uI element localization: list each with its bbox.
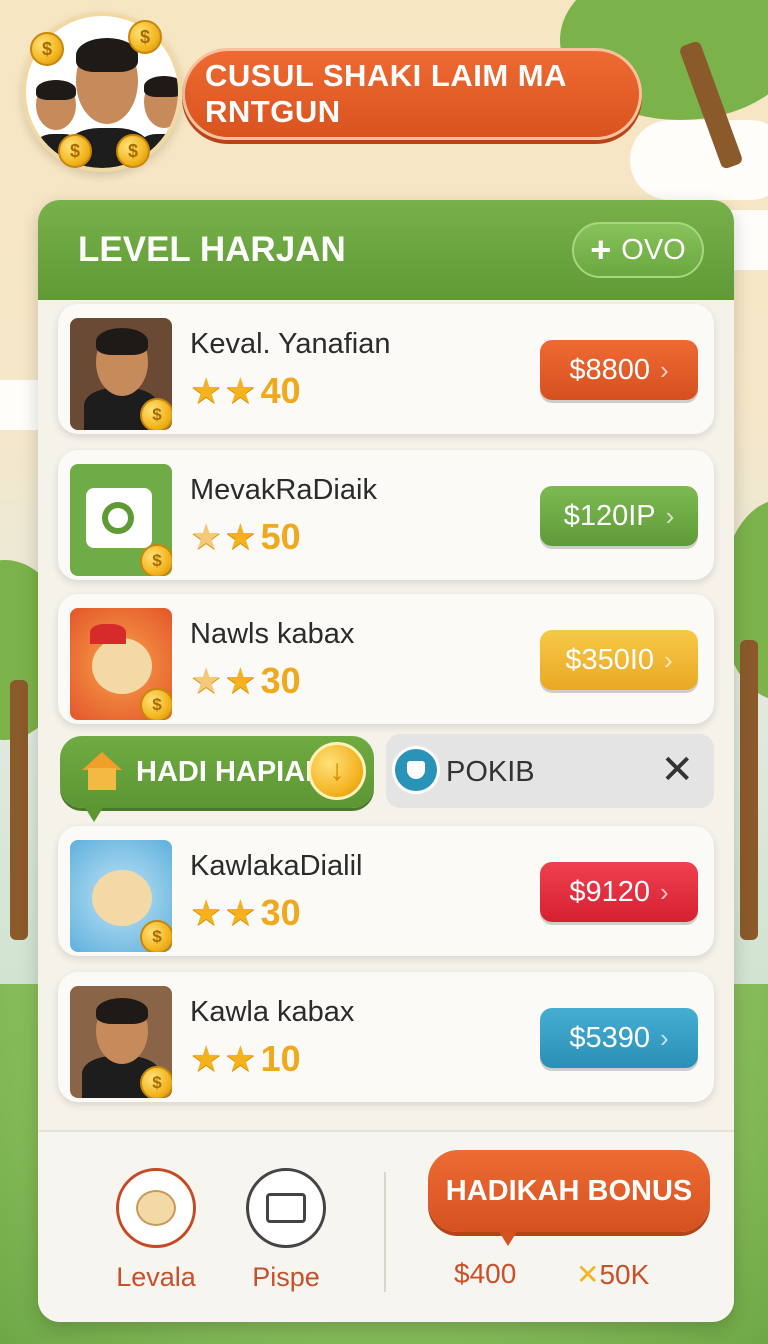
pokib-notice: POKIB ✕: [386, 734, 714, 808]
add-button-label: OVO: [621, 233, 686, 266]
sparkle-icon: ✕: [576, 1259, 600, 1290]
avatar: $: [70, 986, 172, 1098]
bonus-button[interactable]: HADIKAH BONUS: [428, 1150, 710, 1246]
item-name: Kawla kabax: [190, 996, 355, 1028]
box-icon: [246, 1168, 326, 1248]
panel-header: LEVEL HARJAN + OVO: [38, 200, 734, 300]
bear-icon: [116, 1168, 196, 1248]
item-name: MevakRaDiaik: [190, 474, 377, 506]
avatar: $: [70, 318, 172, 430]
coin-icon: $: [140, 920, 172, 952]
app-icon: $: [70, 464, 172, 576]
list-item[interactable]: $ Kawla kabax ★ ★ 10 $5390 ›: [58, 972, 714, 1102]
pispe-button[interactable]: Pispe: [236, 1168, 336, 1293]
coin-icon: $: [116, 134, 150, 168]
chevron-right-icon: ›: [664, 644, 673, 675]
chevron-right-icon: ›: [665, 500, 675, 531]
header: CUSUL SHAKI LAIM MA RNTGUN $ $ $ $: [22, 12, 642, 172]
bonus-value: $400: [454, 1258, 517, 1289]
coin-icon: $: [140, 544, 172, 576]
star-icon: ★: [190, 892, 223, 933]
star-face-icon: ★: [190, 660, 223, 701]
item-name: KawlakaDialil: [190, 850, 363, 882]
list-item[interactable]: $ KawlakaDialil ★ ★ 30 $9120 ›: [58, 826, 714, 956]
star-icon: ★: [224, 660, 257, 701]
bear-game-icon: $: [70, 840, 172, 952]
coin-icon: $: [58, 134, 92, 168]
price-button[interactable]: $5390 ›: [540, 1008, 698, 1068]
hadi-hapian-banner[interactable]: HADI HAPIAN ↓: [60, 736, 374, 822]
title-banner: CUSUL SHAKI LAIM MA RNTGUN: [182, 48, 642, 140]
item-name: Keval. Yanafian: [190, 328, 391, 360]
star-icon: ★: [224, 516, 257, 557]
star-face-icon: ★: [190, 516, 223, 557]
close-icon[interactable]: ✕: [660, 750, 694, 790]
chevron-right-icon: ›: [659, 1022, 669, 1053]
star-icon: ★: [224, 1038, 257, 1079]
divider: [384, 1172, 386, 1292]
bear-game-icon: $: [70, 608, 172, 720]
star-icon: ★: [190, 370, 223, 411]
bonus-value: ✕50K: [576, 1259, 650, 1290]
star-icon: ★: [224, 892, 257, 933]
coin-icon: $: [140, 688, 172, 720]
price-button[interactable]: $8800 ›: [540, 340, 698, 400]
coin-icon: $: [140, 1066, 172, 1098]
panel-title: LEVEL HARJAN: [78, 230, 346, 269]
chevron-right-icon: ›: [659, 876, 669, 907]
star-icon: ★: [224, 370, 257, 411]
shield-icon: [392, 746, 440, 794]
levala-button[interactable]: Levala: [106, 1168, 206, 1293]
list-item[interactable]: $ Keval. Yanafian ★ ★ 40 $8800 ›: [58, 304, 714, 434]
list-item[interactable]: $ MevakRaDiaik ★ ★ 50 $120IP ›: [58, 450, 714, 580]
star-icon: ★: [190, 1038, 223, 1079]
star-rating: ★ ★ 10: [190, 1038, 301, 1079]
add-button[interactable]: + OVO: [572, 222, 704, 278]
item-name: Nawls kabax: [190, 618, 355, 650]
price-button[interactable]: $9120 ›: [540, 862, 698, 922]
download-icon[interactable]: ↓: [308, 742, 366, 800]
coin-icon: $: [30, 32, 64, 66]
coin-icon: $: [128, 20, 162, 54]
chevron-right-icon: ›: [659, 354, 669, 385]
price-button[interactable]: $120IP ›: [540, 486, 698, 546]
level-panel: LEVEL HARJAN + OVO $ Keval. Yanafian ★ ★…: [38, 200, 734, 1322]
plus-icon: +: [590, 229, 612, 270]
coin-icon: $: [140, 398, 172, 430]
star-rating: ★ ★ 30: [190, 660, 301, 701]
page-title: CUSUL SHAKI LAIM MA RNTGUN: [205, 58, 566, 129]
list-item[interactable]: $ Nawls kabax ★ ★ 30 $350I0 ›: [58, 594, 714, 724]
star-rating: ★ ★ 40: [190, 370, 301, 411]
house-icon: [82, 752, 122, 790]
price-button[interactable]: $350I0 ›: [540, 630, 698, 690]
footer-bar: Levala Pispe HADIKAH BONUS $400 ✕50K: [38, 1130, 734, 1322]
star-rating: ★ ★ 30: [190, 892, 301, 933]
star-rating: ★ ★ 50: [190, 516, 301, 557]
